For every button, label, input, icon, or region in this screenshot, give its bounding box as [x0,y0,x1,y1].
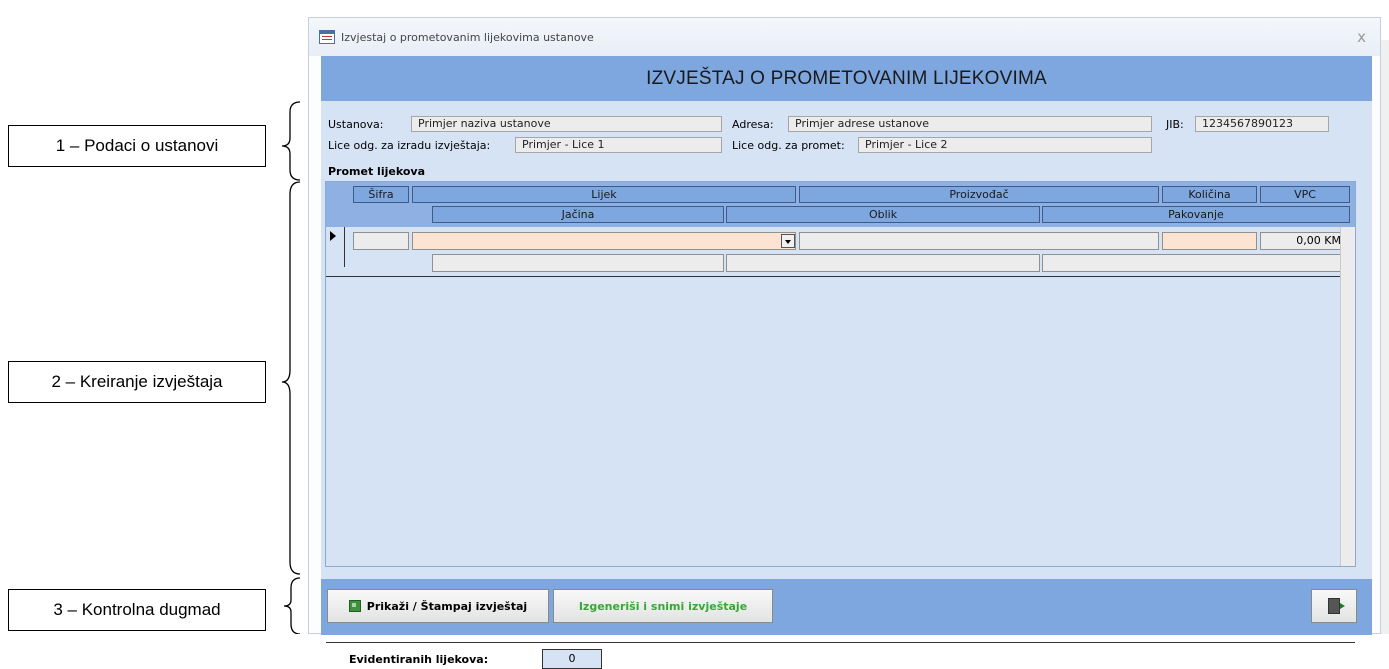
form-footer: Prikaži / Štampaj izvještaj Izgeneriši i… [321,579,1372,635]
print-report-button[interactable]: Prikaži / Štampaj izvještaj [327,589,549,623]
oblik-cell[interactable] [726,254,1040,272]
col-header-vpc: VPC [1260,186,1350,203]
pakovanje-cell[interactable] [1042,254,1350,272]
form-header: IZVJEŠTAJ O PROMETOVANIM LIJEKOVIMA [321,56,1372,101]
window-title: Izvjestaj o prometovanim lijekovima usta… [341,30,594,44]
count-label: Evidentiranih lijekova: [349,653,489,666]
jacina-cell[interactable] [432,254,724,272]
record-divider [344,227,345,267]
sifra-cell[interactable] [353,232,409,250]
title-bar: Izvjestaj o prometovanim lijekovima usta… [309,18,1380,56]
record-selector[interactable] [326,227,345,267]
brace-1 [281,101,301,181]
vpc-cell[interactable]: 0,00 KM [1260,232,1350,250]
ustanova-field[interactable]: Primjer naziva ustanove [411,116,722,132]
adresa-field[interactable]: Primjer adrese ustanove [788,116,1152,132]
report-form-window: Izvjestaj o prometovanim lijekovima usta… [308,17,1381,669]
exit-button[interactable] [1311,589,1357,623]
lice-izrada-field[interactable]: Primjer - Lice 1 [515,137,722,153]
jib-field[interactable]: 1234567890123 [1195,116,1329,132]
col-header-proizvodjac: Proizvođač [799,186,1159,203]
promet-section-title: Promet lijekova [328,165,425,178]
exit-door-icon [1328,598,1345,614]
col-header-pakovanje: Pakovanje [1042,206,1350,223]
generate-save-label: Izgeneriši i snimi izvještaje [578,599,748,613]
grid-header: Šifra Lijek Proizvođač Količina VPC Jači… [326,182,1355,227]
vertical-scrollbar[interactable] [1340,227,1355,566]
brace-2 [281,181,301,575]
report-icon [348,600,361,612]
annotation-braces [281,101,301,634]
current-record-arrow-icon [330,231,336,241]
lice-promet-field[interactable]: Primjer - Lice 2 [858,137,1152,153]
subform-footer-divider [326,642,1355,643]
brace-3 [283,577,301,634]
adresa-label: Adresa: [732,118,774,131]
report-heading: IZVJEŠTAJ O PROMETOVANIM LIJEKOVIMA [646,67,1047,89]
row-separator [326,276,1355,277]
medicines-subform: Šifra Lijek Proizvođač Količina VPC Jači… [325,181,1356,669]
lice-promet-label: Lice odg. za promet: [732,139,845,152]
jib-label: JIB: [1166,118,1184,131]
proizvodjac-cell[interactable] [799,232,1159,250]
print-report-label: Prikaži / Štampaj izvještaj [366,599,528,613]
lijek-dropdown-button[interactable] [781,234,795,248]
col-header-sifra: Šifra [353,186,409,203]
col-header-jacina: Jačina [432,206,724,223]
lice-izrada-label: Lice odg. za izradu izvještaja: [328,139,491,152]
lijek-combobox[interactable] [412,232,796,250]
form-icon [319,30,335,44]
window-edge [1381,40,1389,634]
ustanova-label: Ustanova: [328,118,384,131]
generate-save-button[interactable]: Izgeneriši i snimi izvještaje [553,589,773,623]
col-header-kolicina: Količina [1162,186,1257,203]
col-header-oblik: Oblik [726,206,1040,223]
close-icon[interactable]: x [1357,28,1366,46]
form-detail: Ustanova: Primjer naziva ustanove Adresa… [321,101,1372,669]
kolicina-cell[interactable] [1162,232,1257,250]
col-header-lijek: Lijek [412,186,796,203]
count-field: 0 [542,649,602,669]
